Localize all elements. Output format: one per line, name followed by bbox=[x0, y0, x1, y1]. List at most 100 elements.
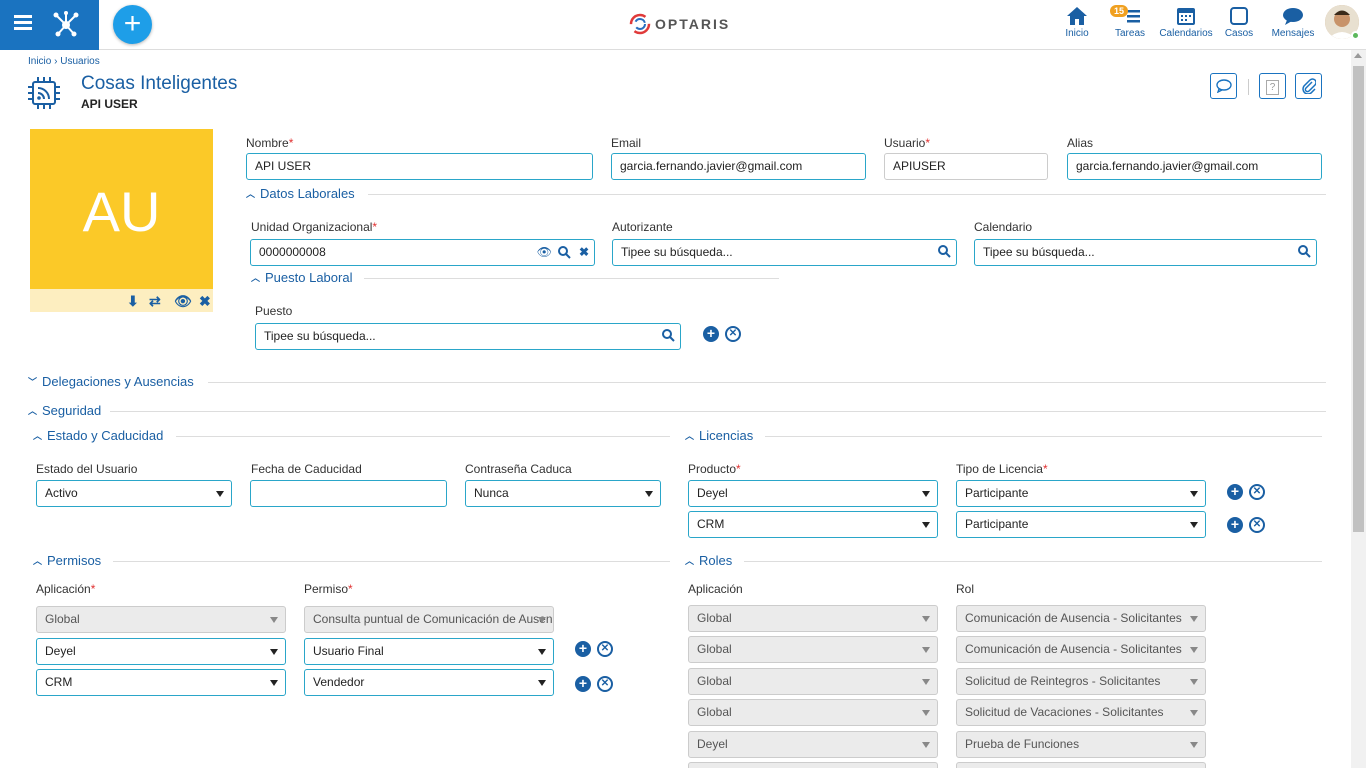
unidad-input[interactable]: 0000000008 👁 ✖ bbox=[250, 239, 595, 266]
nav-calendarios-label: Calendarios bbox=[1159, 28, 1213, 39]
add-row-button[interactable]: + bbox=[575, 641, 591, 657]
datos-laborales-section[interactable]: ︿ Datos Laborales bbox=[246, 186, 355, 201]
producto-select[interactable]: Deyel bbox=[688, 480, 938, 507]
remove-row-button[interactable]: ✕ bbox=[597, 641, 613, 657]
nav-calendarios[interactable]: Calendarios bbox=[1158, 6, 1214, 39]
contrasena-label: Contraseña Caduca bbox=[465, 462, 572, 476]
page-subtitle: API USER bbox=[81, 97, 138, 111]
nav-inicio-label: Inicio bbox=[1065, 28, 1089, 39]
estado-select[interactable]: Activo bbox=[36, 480, 232, 507]
producto-select[interactable]: CRM bbox=[688, 511, 938, 538]
chevron-up-icon: ︿ bbox=[251, 273, 261, 283]
rol-label: Rol bbox=[956, 582, 975, 596]
iot-chip-icon bbox=[28, 77, 60, 109]
chevron-up-icon: ︿ bbox=[28, 406, 38, 416]
search-icon[interactable] bbox=[938, 245, 951, 258]
online-status-dot bbox=[1351, 31, 1360, 40]
optaris-logo: OPTARIS bbox=[628, 12, 730, 36]
remove-row-button[interactable]: ✕ bbox=[1249, 517, 1265, 533]
refresh-icon[interactable]: ⇄ bbox=[149, 293, 161, 310]
puesto-laboral-section[interactable]: ︿ Puesto Laboral bbox=[251, 270, 352, 285]
search-icon[interactable] bbox=[1298, 245, 1311, 258]
usuario-input[interactable]: APIUSER bbox=[884, 153, 1048, 180]
nav-casos[interactable]: Casos bbox=[1223, 6, 1255, 39]
permiso-select: Consulta puntual de Comunicación de Ause… bbox=[304, 606, 554, 633]
section-divider bbox=[113, 561, 670, 562]
add-row-button[interactable]: + bbox=[1227, 484, 1243, 500]
licencias-section[interactable]: ︿ Licencias bbox=[685, 428, 753, 443]
breadcrumb: Inicio › Usuarios bbox=[28, 56, 100, 67]
rol-select: Comunicación de Ausencia - Solicitantes bbox=[956, 636, 1206, 663]
section-divider bbox=[110, 411, 1326, 412]
add-row-button[interactable]: + bbox=[1227, 517, 1243, 533]
rol-select: Solicitud de Reintegros - Solicitantes bbox=[956, 668, 1206, 695]
eye-icon[interactable]: 👁 bbox=[537, 240, 552, 265]
section-divider bbox=[208, 382, 1326, 383]
scroll-up-arrow[interactable] bbox=[1354, 53, 1362, 58]
calendario-placeholder: Tipee su búsqueda... bbox=[983, 245, 1095, 259]
unidad-label: Unidad Organizacional* bbox=[251, 220, 378, 234]
clear-icon[interactable]: ✖ bbox=[579, 240, 589, 265]
search-icon[interactable] bbox=[558, 246, 571, 259]
rol-select: Prueba de Funciones bbox=[956, 731, 1206, 758]
process-tree-icon[interactable] bbox=[52, 11, 80, 37]
scrollbar-thumb[interactable] bbox=[1353, 66, 1364, 532]
breadcrumb-home[interactable]: Inicio bbox=[28, 56, 51, 67]
autorizante-placeholder: Tipee su búsqueda... bbox=[621, 245, 733, 259]
top-bar: + OPTARIS Inicio 15 Tareas Calendarios C… bbox=[0, 0, 1366, 50]
tipo-licencia-label: Tipo de Licencia* bbox=[956, 462, 1048, 476]
logo-text: OPTARIS bbox=[655, 16, 731, 32]
seguridad-section[interactable]: ︿ Seguridad bbox=[28, 403, 101, 418]
nav-inicio[interactable]: Inicio bbox=[1062, 6, 1092, 39]
delegaciones-section[interactable]: ﹀ Delegaciones y Ausencias bbox=[28, 374, 194, 389]
rol-aplicacion-label: Aplicación bbox=[688, 582, 743, 596]
nav-tareas[interactable]: 15 Tareas bbox=[1110, 5, 1147, 39]
remove-row-button[interactable]: ✕ bbox=[1249, 484, 1265, 500]
tasks-badge: 15 bbox=[1110, 5, 1129, 17]
unidad-value: 0000000008 bbox=[259, 245, 326, 259]
rol-aplicacion-select: Global bbox=[688, 699, 938, 726]
add-row-button[interactable]: + bbox=[575, 676, 591, 692]
chevron-up-icon: ︿ bbox=[246, 189, 256, 199]
nav-casos-label: Casos bbox=[1224, 28, 1254, 39]
comment-button[interactable] bbox=[1210, 73, 1237, 99]
section-divider bbox=[744, 561, 1322, 562]
remove-row-button[interactable]: ✕ bbox=[725, 326, 741, 342]
tipo-licencia-select[interactable]: Participante bbox=[956, 511, 1206, 538]
download-icon[interactable]: ⬇ bbox=[127, 293, 139, 310]
add-button[interactable]: + bbox=[113, 5, 152, 44]
page-title: Cosas Inteligentes bbox=[81, 73, 238, 94]
breadcrumb-separator: › bbox=[54, 56, 58, 67]
search-icon[interactable] bbox=[662, 329, 675, 342]
tipo-licencia-select[interactable]: Participante bbox=[956, 480, 1206, 507]
add-row-button[interactable]: + bbox=[703, 326, 719, 342]
nav-mensajes[interactable]: Mensajes bbox=[1270, 6, 1316, 39]
breadcrumb-current[interactable]: Usuarios bbox=[60, 56, 99, 67]
puesto-input[interactable]: Tipee su búsqueda... bbox=[255, 323, 681, 350]
photo-initials: AU bbox=[82, 180, 161, 243]
contrasena-select[interactable]: Nunca bbox=[465, 480, 661, 507]
permiso-select[interactable]: Vendedor bbox=[304, 669, 554, 696]
hamburger-menu-icon[interactable] bbox=[14, 15, 32, 18]
rol-aplicacion-select-partial bbox=[688, 762, 938, 768]
roles-section[interactable]: ︿ Roles bbox=[685, 553, 732, 568]
autorizante-input[interactable]: Tipee su búsqueda... bbox=[612, 239, 957, 266]
permiso-aplicacion-select[interactable]: Deyel bbox=[36, 638, 286, 665]
permiso-aplicacion-select[interactable]: CRM bbox=[36, 669, 286, 696]
help-button[interactable]: ? bbox=[1259, 73, 1286, 99]
calendario-input[interactable]: Tipee su búsqueda... bbox=[974, 239, 1317, 266]
eye-icon[interactable]: 👁 bbox=[174, 293, 192, 310]
remove-row-button[interactable]: ✕ bbox=[597, 676, 613, 692]
chevron-down-icon: ﹀ bbox=[28, 377, 38, 387]
estado-label: Estado del Usuario bbox=[36, 462, 138, 476]
attach-button[interactable] bbox=[1295, 73, 1322, 99]
alias-input[interactable]: garcia.fernando.javier@gmail.com bbox=[1067, 153, 1322, 180]
permisos-section[interactable]: ︿ Permisos bbox=[33, 553, 101, 568]
fecha-input[interactable] bbox=[250, 480, 447, 507]
estado-caducidad-section[interactable]: ︿ Estado y Caducidad bbox=[33, 428, 163, 443]
nombre-input[interactable]: API USER bbox=[246, 153, 593, 180]
chevron-up-icon: ︿ bbox=[33, 556, 43, 566]
email-input[interactable]: garcia.fernando.javier@gmail.com bbox=[611, 153, 866, 180]
permiso-select[interactable]: Usuario Final bbox=[304, 638, 554, 665]
remove-photo-icon[interactable]: ✖ bbox=[199, 293, 211, 310]
